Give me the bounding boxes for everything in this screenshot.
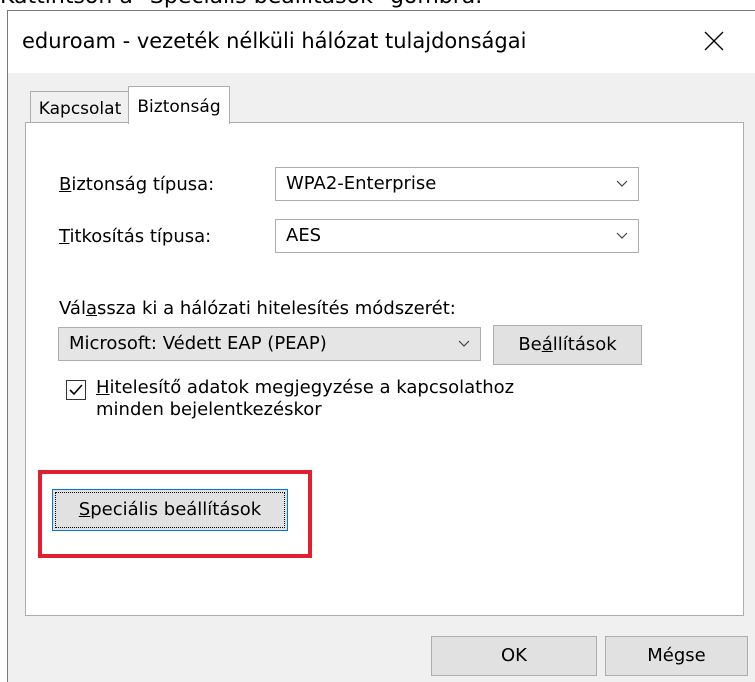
title-bar: eduroam - vezeték nélküli hálózat tulajd… (8, 11, 755, 73)
close-icon[interactable] (694, 21, 734, 61)
tab-kapcsolat[interactable]: Kapcsolat (30, 91, 130, 123)
auth-method-select[interactable]: Microsoft: Védett EAP (PEAP) (58, 327, 481, 361)
highlight-box (38, 470, 312, 558)
security-type-label: Biztonság típusa: (59, 174, 215, 195)
remember-credentials-checkbox[interactable] (66, 380, 86, 400)
security-type-select[interactable]: WPA2-Enterprise (275, 167, 639, 201)
chevron-down-icon (458, 340, 470, 347)
chevron-down-icon (616, 232, 628, 239)
security-type-value: WPA2-Enterprise (286, 173, 437, 194)
encryption-type-label: Titkosítás típusa: (59, 226, 212, 247)
window-title: eduroam - vezeték nélküli hálózat tulajd… (22, 29, 527, 53)
auth-method-label: Válassza ki a hálózati hitelesítés módsz… (59, 298, 456, 319)
auth-settings-button[interactable]: Beállítások (493, 325, 642, 365)
encryption-type-value: AES (286, 225, 322, 246)
auth-method-value: Microsoft: Védett EAP (PEAP) (69, 333, 327, 354)
checkmark-icon (69, 384, 83, 396)
instruction-caption: Kattintson a "Speciális beállítások" gom… (0, 0, 755, 10)
remember-credentials-label[interactable]: Hitelesítő adatok megjegyzése a kapcsola… (96, 377, 514, 421)
tab-biztonsag[interactable]: Biztonság (128, 86, 230, 124)
encryption-type-select[interactable]: AES (275, 219, 639, 253)
ok-button[interactable]: OK (431, 636, 597, 676)
chevron-down-icon (616, 180, 628, 187)
properties-dialog: eduroam - vezeték nélküli hálózat tulajd… (7, 10, 755, 682)
cancel-button[interactable]: Mégse (605, 636, 748, 676)
